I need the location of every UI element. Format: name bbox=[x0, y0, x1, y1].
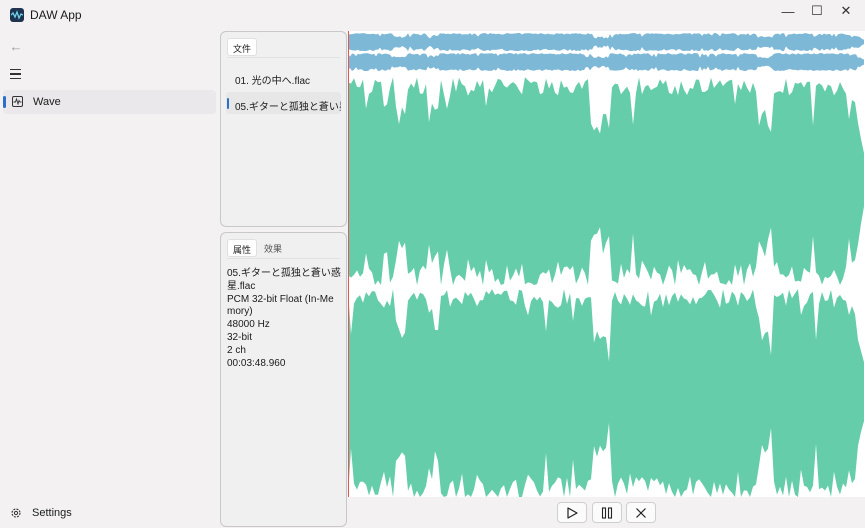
title-bar: DAW App — ☐ ✕ bbox=[0, 0, 865, 30]
waveform-view[interactable] bbox=[348, 31, 865, 497]
prop-sample-rate: 48000 Hz bbox=[227, 319, 270, 331]
tab-divider bbox=[227, 258, 340, 259]
playhead-cursor[interactable] bbox=[348, 31, 349, 497]
prop-duration: 00:03:48.960 bbox=[227, 357, 286, 369]
close-window-button[interactable]: ✕ bbox=[832, 0, 860, 22]
tab-properties[interactable]: 属性 bbox=[227, 239, 258, 257]
pause-button[interactable] bbox=[592, 502, 622, 523]
waveform-canvas[interactable] bbox=[348, 31, 865, 497]
selection-indicator bbox=[227, 98, 229, 109]
maximize-button[interactable]: ☐ bbox=[803, 0, 831, 22]
stop-icon bbox=[636, 507, 646, 518]
main-waveform-channel-2 bbox=[348, 289, 864, 497]
nav-item-label: Wave bbox=[33, 96, 61, 108]
files-panel: 文件 01. 光の中へ.flac 05.ギターと孤独と蒼い星.flac bbox=[220, 31, 347, 227]
prop-bit-depth: 32-bit bbox=[227, 331, 253, 343]
prop-format: PCM 32-bit Float (In-Memory) bbox=[227, 293, 334, 318]
nav-item-wave[interactable]: Wave bbox=[3, 90, 216, 114]
play-icon bbox=[567, 506, 578, 519]
prop-file-name: 05.ギターと孤独と蒼い惑星.flac bbox=[227, 268, 341, 292]
properties-list: 05.ギターと孤独と蒼い惑星.flac PCM 32-bit Float (In… bbox=[227, 268, 341, 370]
gear-icon bbox=[11, 508, 21, 518]
tab-files[interactable]: 文件 bbox=[227, 38, 258, 56]
prop-channels: 2 ch bbox=[227, 344, 246, 356]
main-waveform-channel-1 bbox=[348, 77, 864, 285]
minimize-button[interactable]: — bbox=[774, 0, 802, 22]
app-logo-icon bbox=[10, 8, 24, 22]
files-tab-strip: 文件 bbox=[227, 38, 258, 56]
file-name: 01. 光の中へ.flac bbox=[235, 76, 311, 87]
properties-tab-strip: 属性 效果 bbox=[227, 239, 287, 257]
file-list-item[interactable]: 01. 光の中へ.flac bbox=[226, 66, 341, 88]
play-button[interactable] bbox=[557, 502, 587, 523]
back-arrow-icon[interactable]: ← bbox=[6, 38, 26, 54]
tab-effects[interactable]: 效果 bbox=[259, 239, 287, 257]
tab-divider bbox=[227, 57, 340, 58]
file-name: 05.ギターと孤独と蒼い星.flac bbox=[235, 102, 341, 113]
settings-label: Settings bbox=[32, 507, 72, 519]
settings-nav-item[interactable]: Settings bbox=[10, 506, 210, 522]
pause-icon bbox=[601, 506, 613, 519]
properties-panel: 属性 效果 05.ギターと孤独と蒼い惑星.flac PCM 32-bit Flo… bbox=[220, 232, 347, 527]
selection-indicator bbox=[3, 96, 6, 108]
navigation-pane: ← Wave Settings bbox=[0, 30, 220, 528]
app-title: DAW App bbox=[30, 8, 82, 22]
stop-button[interactable] bbox=[626, 502, 656, 523]
hamburger-menu-icon[interactable] bbox=[6, 66, 26, 82]
waveform-icon bbox=[12, 96, 23, 107]
file-list-item-selected[interactable]: 05.ギターと孤独と蒼い星.flac bbox=[226, 92, 341, 114]
